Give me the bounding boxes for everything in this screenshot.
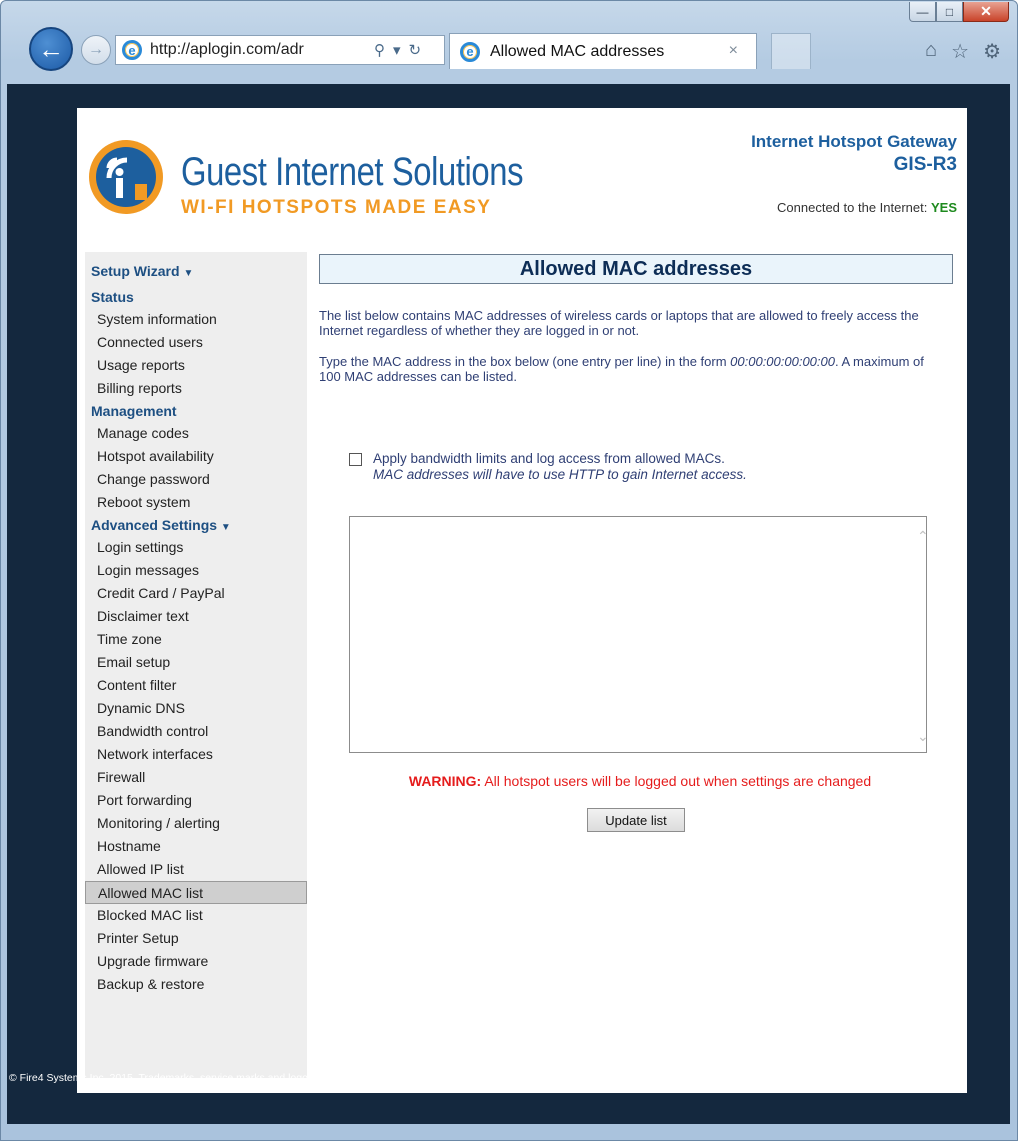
search-icon[interactable]: ⚲ (374, 41, 385, 59)
bandwidth-option: Apply bandwidth limits and log access fr… (349, 451, 909, 483)
favorites-star-icon[interactable]: ☆ (951, 39, 969, 64)
brand-name: Guest Internet Solutions (181, 150, 524, 194)
sidebar-status-heading: Status (91, 289, 134, 305)
connection-value: YES (930, 200, 957, 215)
sidebar-item[interactable]: Network interfaces (85, 743, 307, 766)
ie-logo-icon: e (460, 41, 480, 62)
sidebar-item[interactable]: Usage reports (85, 354, 307, 377)
refresh-icon[interactable]: ↻ (409, 41, 422, 59)
page-title: Allowed MAC addresses (319, 254, 953, 284)
product-line: Internet Hotspot Gateway (751, 132, 957, 151)
warning-label: WARNING: (408, 773, 482, 789)
sidebar-advanced-heading[interactable]: Advanced Settings ▼ (85, 514, 307, 536)
sidebar-item[interactable]: Change password (85, 468, 307, 491)
sidebar-item[interactable]: Hotspot availability (85, 445, 307, 468)
brand-tagline: WI-FI HOTSPOTS MADE EASY (181, 197, 492, 218)
mac-list-textarea[interactable] (349, 516, 927, 753)
guest-internet-logo-icon (89, 140, 163, 214)
address-actions: ⚲ ▾ ↻ (374, 41, 421, 59)
sidebar-item[interactable]: Billing reports (85, 377, 307, 400)
sidebar-item[interactable]: Time zone (85, 628, 307, 651)
expand-icon: ▼ (220, 522, 231, 533)
setup-wizard-label: Setup Wizard (91, 263, 180, 279)
sidebar-item-active[interactable]: Allowed MAC list (85, 881, 307, 904)
tab-allowed-mac[interactable]: e Allowed MAC addresses × (449, 33, 757, 69)
arrow-left-icon: ← (38, 33, 64, 64)
sidebar-item[interactable]: Printer Setup (85, 927, 307, 950)
page-viewport: Guest Internet Solutions WI-FI HOTSPOTS … (7, 84, 1010, 1124)
product-model: GIS-R3 (893, 154, 957, 175)
sidebar-item[interactable]: Upgrade firmware (85, 950, 307, 973)
warning-text: All hotspot users will be logged out whe… (481, 773, 872, 789)
sidebar-item[interactable]: Bandwidth control (85, 720, 307, 743)
advanced-settings-label: Advanced Settings (91, 517, 218, 533)
sidebar-item[interactable]: Login settings (85, 536, 307, 559)
sidebar-item[interactable]: Firewall (85, 766, 307, 789)
expand-icon: ▼ (183, 268, 194, 279)
forward-button[interactable]: → (81, 35, 111, 65)
management-items: Manage codes Hotspot availability Change… (85, 422, 307, 514)
sidebar-item[interactable]: Content filter (85, 674, 307, 697)
back-button[interactable]: ← (29, 27, 73, 71)
dropdown-icon[interactable]: ▾ (393, 41, 401, 59)
format-paragraph: Type the MAC address in the box below (o… (319, 354, 939, 384)
terms-link[interactable]: Terms and conditions (855, 1072, 954, 1084)
update-list-button[interactable]: Update list (587, 808, 685, 832)
sidebar-item[interactable]: Hostname (85, 835, 307, 858)
gear-icon[interactable]: ⚙ (983, 39, 1001, 64)
mac-format: 00:00:00:00:00:00 (730, 354, 835, 369)
sidebar-item[interactable]: Dynamic DNS (85, 697, 307, 720)
format-prefix: Type the MAC address in the box below (o… (319, 354, 731, 369)
apply-bandwidth-checkbox[interactable] (349, 453, 362, 466)
tab-title: Allowed MAC addresses (490, 42, 665, 60)
page-description: The list below contains MAC addresses of… (319, 308, 939, 400)
product-info: Internet Hotspot Gateway GIS-R3 (751, 132, 957, 176)
privacy-policy-link[interactable]: Privacy policy (739, 1072, 803, 1084)
page-content: Guest Internet Solutions WI-FI HOTSPOTS … (77, 108, 967, 1093)
address-url[interactable]: http://aplogin.com/adr (150, 41, 370, 59)
connection-label: Connected to the Internet: (777, 200, 928, 215)
sidebar-item[interactable]: System information (85, 308, 307, 331)
sidebar-item[interactable]: Disclaimer text (85, 605, 307, 628)
description-paragraph: The list below contains MAC addresses of… (319, 308, 919, 338)
sidebar-item[interactable]: Allowed IP list (85, 858, 307, 881)
address-bar[interactable]: e http://aplogin.com/adr ⚲ ▾ ↻ (115, 35, 445, 65)
sidebar-item[interactable]: Email setup (85, 651, 307, 674)
sidebar-item[interactable]: Monitoring / alerting (85, 812, 307, 835)
sidebar-setup-wizard[interactable]: Setup Wizard ▼ (85, 260, 307, 282)
scroll-up-icon[interactable]: ⌃ (917, 528, 961, 545)
navigation-bar: ← → e http://aplogin.com/adr ⚲ ▾ ↻ e All… (1, 19, 1017, 81)
sidebar-management-heading: Management (91, 403, 177, 419)
sidebar-item[interactable]: Credit Card / PayPal (85, 582, 307, 605)
copyright-text: © Fire4 Systems Inc, 2015. Trademarks, s… (9, 1072, 499, 1084)
sidebar-menu: Setup Wizard ▼ Status System information… (85, 252, 307, 1078)
advanced-items: Login settings Login messages Credit Card … (85, 536, 307, 996)
toolbar-icons: ⌂ ☆ ⚙ (925, 39, 1001, 64)
page-footer: © Fire4 Systems Inc, 2015. Trademarks, s… (7, 1070, 1010, 1090)
status-items: System information Connected users Usage… (85, 308, 307, 400)
sidebar-item[interactable]: Port forwarding (85, 789, 307, 812)
sidebar-item[interactable]: Blocked MAC list (85, 904, 307, 927)
connection-status: Connected to the Internet: YES (777, 200, 957, 215)
ie-logo-icon: e (122, 40, 142, 60)
tab-close-icon[interactable]: × (729, 42, 738, 60)
sidebar-item[interactable]: Login messages (85, 559, 307, 582)
new-tab-button[interactable] (771, 33, 811, 69)
warning-message: WARNING: All hotspot users will be logge… (327, 773, 953, 789)
sidebar-item[interactable]: Backup & restore (85, 973, 307, 996)
sidebar-item[interactable]: Reboot system (85, 491, 307, 514)
home-icon[interactable]: ⌂ (925, 39, 937, 64)
checkbox-label[interactable]: Apply bandwidth limits and log access fr… (373, 451, 909, 467)
checkbox-note: MAC addresses will have to use HTTP to g… (373, 467, 747, 482)
arrow-right-icon: → (88, 41, 104, 58)
sidebar-item[interactable]: Connected users (85, 331, 307, 354)
sidebar-item[interactable]: Manage codes (85, 422, 307, 445)
